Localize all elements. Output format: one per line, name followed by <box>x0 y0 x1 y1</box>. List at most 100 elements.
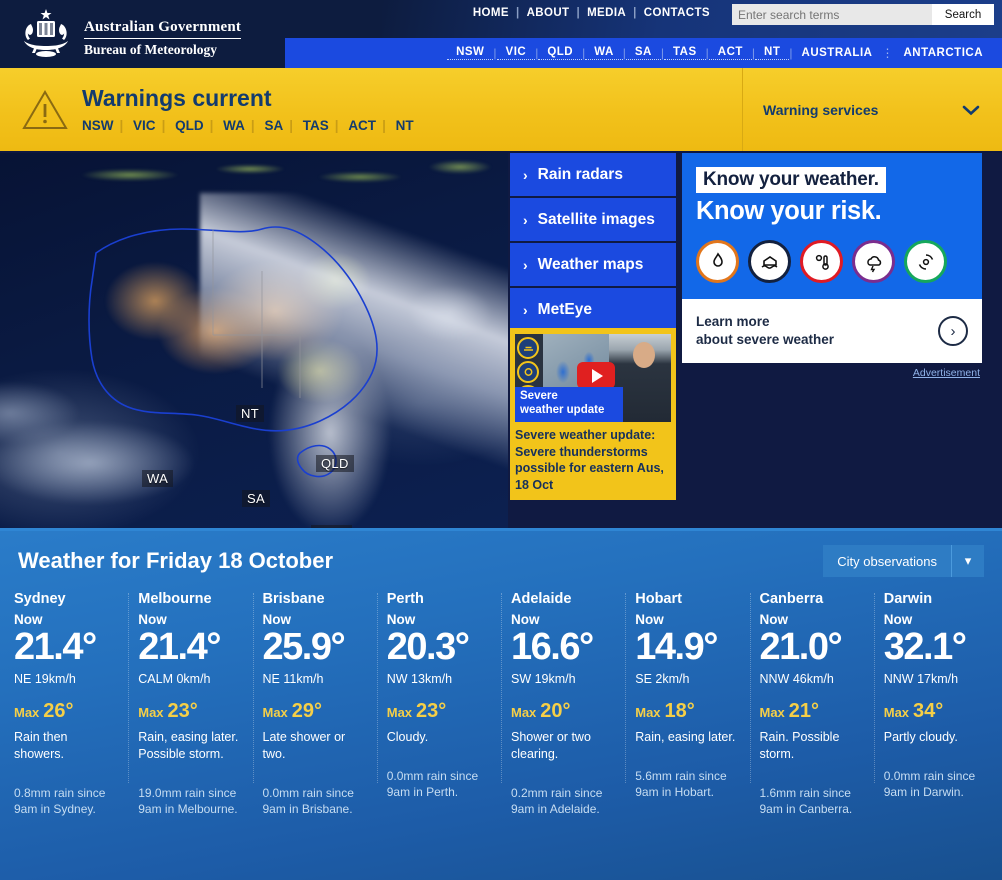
weather-title: Weather for Friday 18 October <box>18 548 334 573</box>
rainfall-text: 0.0mm rain since 9am in Darwin. <box>883 768 976 799</box>
nav-separator: | <box>250 117 255 133</box>
nav-separator: | <box>289 117 293 133</box>
nav-home[interactable]: HOME <box>466 7 516 19</box>
max-temperature-block: Max 18° <box>635 700 739 723</box>
warning-link-nsw[interactable]: NSW <box>82 118 120 133</box>
satellite-map[interactable]: NT WA SA QLD NSW ACT VIC TAS <box>0 153 508 528</box>
main-feature-area: NT WA SA QLD NSW ACT VIC TAS › Rain rada… <box>0 153 1002 528</box>
play-button-icon[interactable] <box>577 362 615 389</box>
now-label: Now <box>14 612 43 627</box>
city-observations-dropdown[interactable]: City observations ▾ <box>823 545 984 577</box>
rainfall-text: 0.2mm rain since 9am in Adelaide. <box>511 785 603 816</box>
warning-link-act[interactable]: ACT <box>342 118 382 133</box>
wind-reading: NE 11km/h <box>262 671 324 686</box>
chevron-down-icon[interactable]: ▾ <box>952 545 984 577</box>
forecast-text: Rain. Possible storm. <box>759 729 840 761</box>
rainfall-text: 0.0mm rain since 9am in Perth. <box>386 768 479 799</box>
forecast-text: Late shower or two. <box>262 729 346 761</box>
quick-link-satellite-images[interactable]: › Satellite images <box>510 198 676 241</box>
wind-reading: CALM 0km/h <box>138 671 211 686</box>
warning-link-qld[interactable]: QLD <box>169 118 210 133</box>
warning-link-wa[interactable]: WA <box>217 118 251 133</box>
state-nav-act[interactable]: ACT <box>708 46 752 60</box>
max-temperature-block: Max 29° <box>263 700 367 723</box>
max-label: Max <box>511 704 537 720</box>
city-card-perth[interactable]: Perth Now 20.3° NW 13km/h Max 23° Cloudy.… <box>376 591 501 817</box>
city-card-melbourne[interactable]: Melbourne Now 21.4° CALM 0km/h Max 23° Ra… <box>128 591 252 817</box>
government-wordmark: Australian Government Bureau of Meteorol… <box>84 18 242 58</box>
search-input[interactable] <box>732 4 932 25</box>
state-nav-tas[interactable]: TAS <box>664 46 706 60</box>
rainfall-text: 0.8mm rain since 9am in Sydney. <box>14 785 106 816</box>
advertisement-panel[interactable]: Know your weather. Know your risk. Learn… <box>682 153 982 379</box>
city-name: Adelaide <box>511 591 572 607</box>
max-value: 34° <box>913 699 944 722</box>
flood-hazard-icon <box>748 240 791 283</box>
current-temperature: 14.9° <box>635 626 718 668</box>
city-card-adelaide[interactable]: Adelaide Now 16.6° SW 19km/h Max 20° Show… <box>501 591 625 817</box>
severe-weather-video-card[interactable]: Severe weather update Severe weather upd… <box>510 328 676 500</box>
nav-separator: | <box>334 117 339 133</box>
nav-media[interactable]: MEDIA <box>580 7 633 19</box>
nav-separator: | <box>119 117 124 133</box>
search-button[interactable]: Search <box>932 4 994 25</box>
arrow-right-circle-icon[interactable]: › <box>938 316 968 347</box>
state-nav-wa[interactable]: WA <box>585 46 623 60</box>
current-temperature: 16.6° <box>511 626 594 668</box>
max-label: Max <box>635 704 661 720</box>
warnings-text-block: Warnings current NSW | VIC | QLD | WA | SA | … <box>82 85 420 133</box>
forecast-text: Rain, easing later. <box>635 729 736 744</box>
ad-banner-bottom[interactable]: Learn more about severe weather › <box>682 299 982 364</box>
quick-link-label: Weather maps <box>537 255 644 273</box>
wind-reading: NW 13km/h <box>386 671 453 686</box>
advertisement-label[interactable]: Advertisement <box>682 367 982 379</box>
state-nav-vic[interactable]: VIC <box>496 46 536 60</box>
cyclone-hazard-icon <box>904 240 947 283</box>
nav-separator: | <box>382 117 386 133</box>
city-card-hobart[interactable]: Hobart Now 14.9° SE 2km/h Max 18° Rain, e… <box>625 591 749 817</box>
fire-hazard-icon <box>696 240 739 283</box>
state-nav-nt[interactable]: NT <box>755 46 790 60</box>
warning-link-vic[interactable]: VIC <box>127 118 162 133</box>
current-temperature: 21.4° <box>138 626 221 668</box>
max-value: 23° <box>416 699 447 722</box>
quick-link-rain-radars[interactable]: › Rain radars <box>510 153 676 196</box>
city-card-darwin[interactable]: Darwin Now 32.1° NNW 17km/h Max 34° Partl… <box>873 591 998 817</box>
state-nav-nsw[interactable]: NSW <box>447 46 494 60</box>
quick-link-label: Satellite images <box>537 210 655 228</box>
warnings-title: Warnings current <box>82 85 272 112</box>
warning-link-sa[interactable]: SA <box>258 118 289 133</box>
state-nav: NSW | VIC | QLD | WA | SA | TAS | ACT | NT | AUS… <box>285 38 1002 68</box>
site-header: Australian Government Bureau of Meteorol… <box>0 0 1002 68</box>
state-nav-sa[interactable]: SA <box>625 46 661 60</box>
warning-link-nt[interactable]: NT <box>390 118 420 133</box>
state-nav-australia[interactable]: AUSTRALIA <box>793 47 882 60</box>
city-name: Melbourne <box>138 591 212 607</box>
state-nav-antarctica[interactable]: ANTARCTICA <box>894 47 992 60</box>
city-name: Perth <box>386 591 424 607</box>
map-label-qld: QLD <box>316 455 354 472</box>
map-label-sa: SA <box>242 490 270 507</box>
max-value: 23° <box>167 699 198 722</box>
nav-about[interactable]: ABOUT <box>520 7 577 19</box>
map-label-wa: WA <box>142 470 174 487</box>
state-nav-qld[interactable]: QLD <box>538 46 583 60</box>
quick-link-weather-maps[interactable]: › Weather maps <box>510 243 676 286</box>
quick-link-meteye[interactable]: › MetEye <box>510 288 676 331</box>
nav-contacts[interactable]: CONTACTS <box>637 7 717 19</box>
heat-hazard-icon <box>800 240 843 283</box>
warnings-banner: Warnings current NSW | VIC | QLD | WA | SA | … <box>0 68 1002 153</box>
city-name: Sydney <box>14 591 66 607</box>
storm-hazard-icon <box>852 240 895 283</box>
city-name: Darwin <box>883 591 933 607</box>
chevron-down-icon <box>962 105 980 115</box>
max-value: 21° <box>788 699 820 722</box>
warning-link-tas[interactable]: TAS <box>297 118 335 133</box>
city-card-canberra[interactable]: Canberra Now 21.0° NNW 46km/h Max 21° Rai… <box>749 591 874 817</box>
video-thumbnail[interactable]: Severe weather update <box>515 334 671 422</box>
city-card-brisbane[interactable]: Brisbane Now 25.9° NE 11km/h Max 29° Late… <box>252 591 377 817</box>
city-card-sydney[interactable]: Sydney Now 21.4° NE 19km/h Max 26° Rain t… <box>4 591 128 817</box>
nav-separator: | <box>161 117 166 133</box>
map-label-nt: NT <box>236 405 264 422</box>
warning-services-dropdown[interactable]: Warning services <box>742 68 1002 151</box>
